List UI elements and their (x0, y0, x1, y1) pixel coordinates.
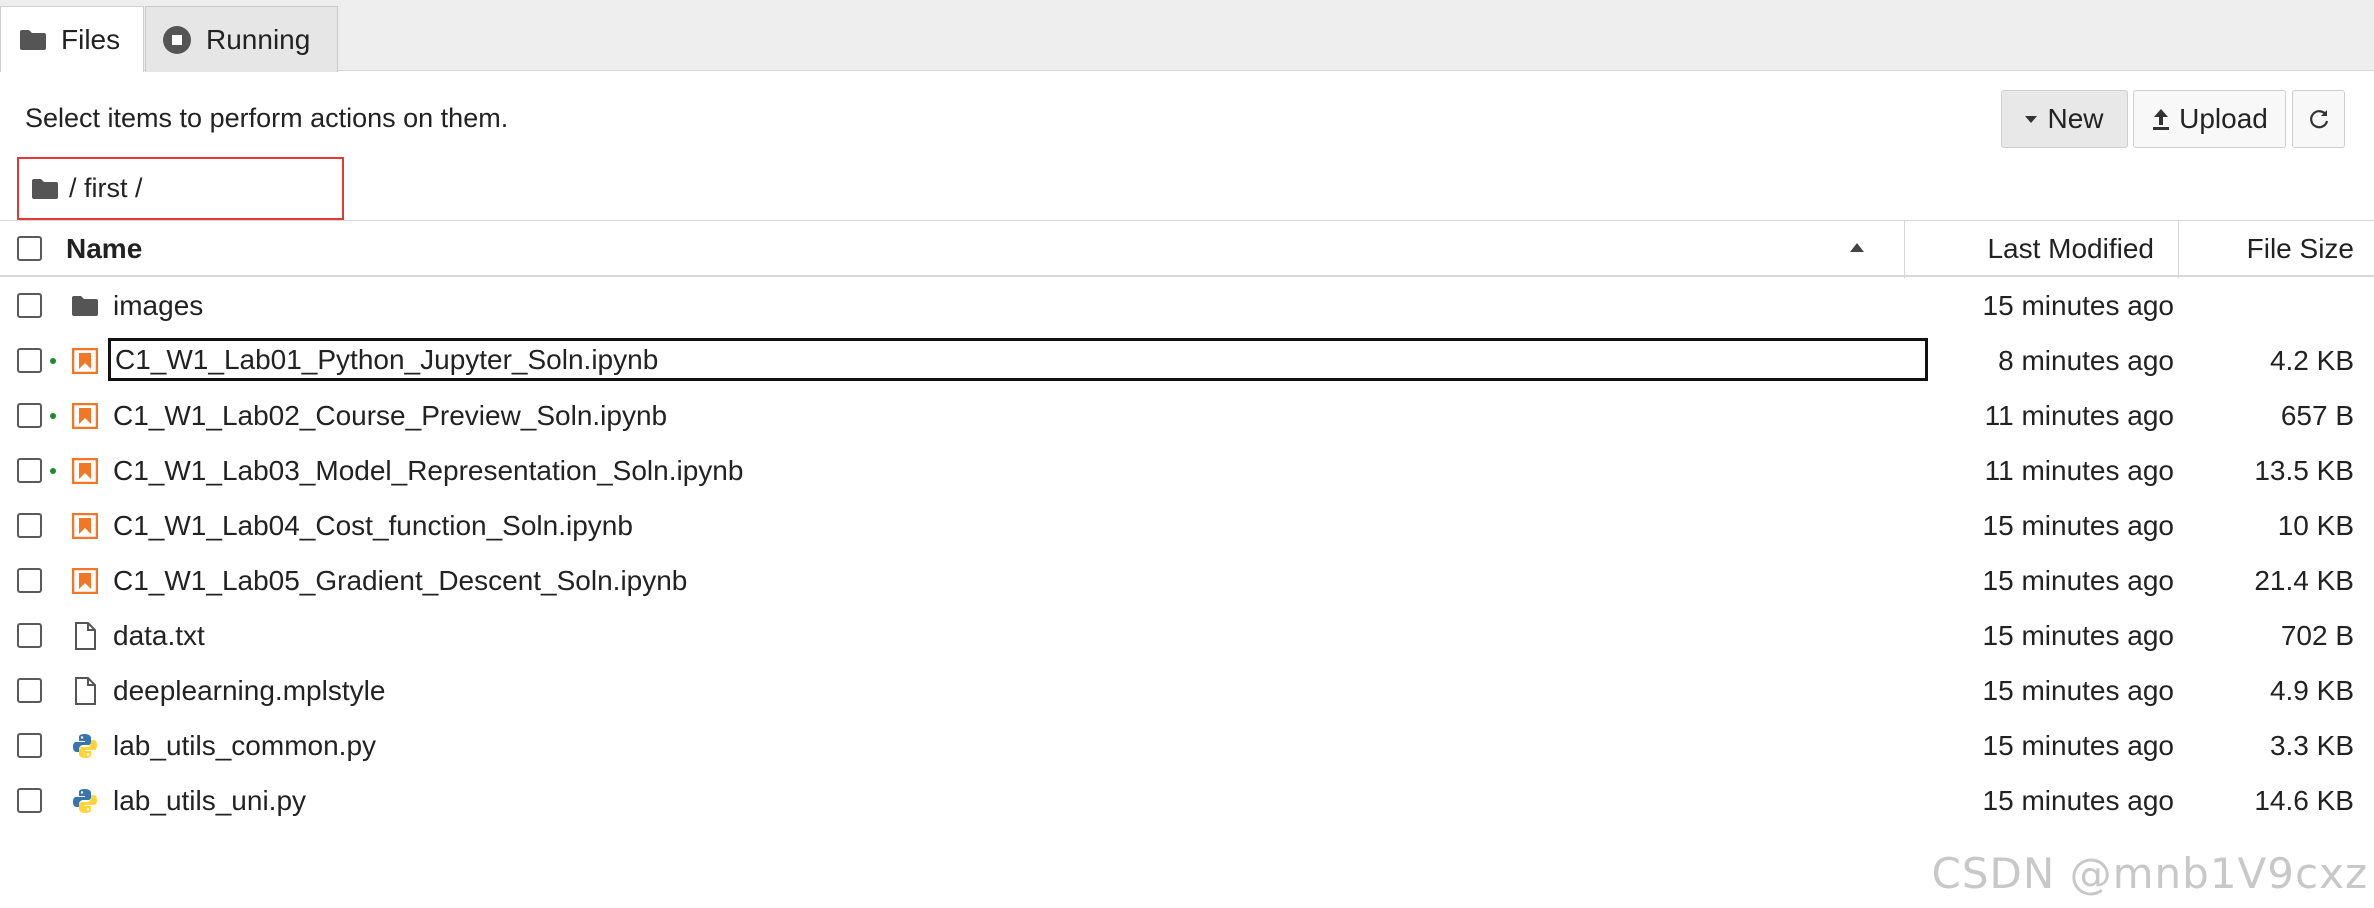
file-name[interactable]: data.txt (113, 620, 205, 652)
python-icon (70, 731, 100, 761)
python-icon (70, 786, 100, 816)
table-row[interactable]: lab_utils_uni.py 15 minutes ago 14.6 KB (0, 773, 2374, 828)
table-row[interactable]: C1_W1_Lab01_Python_Jupyter_Soln.ipynb 8 … (0, 333, 2374, 388)
select-all-checkbox[interactable] (17, 236, 42, 261)
tab-files-label: Files (61, 23, 121, 55)
file-modified: 11 minutes ago (1984, 400, 2174, 431)
file-name[interactable]: deeplearning.mplstyle (113, 675, 385, 707)
breadcrumb-path[interactable]: / first / (69, 173, 143, 204)
row-checkbox[interactable] (17, 568, 42, 593)
file-modified: 15 minutes ago (1982, 620, 2174, 651)
name-column-header[interactable]: Name (66, 233, 142, 265)
column-divider (2178, 221, 2179, 278)
notebook-icon (70, 401, 100, 431)
table-row[interactable]: C1_W1_Lab05_Gradient_Descent_Soln.ipynb … (0, 553, 2374, 608)
caret-down-icon (2025, 115, 2038, 123)
folder-icon (19, 29, 47, 51)
row-checkbox[interactable] (17, 458, 42, 483)
file-name[interactable]: lab_utils_common.py (113, 730, 376, 762)
file-modified: 15 minutes ago (1982, 785, 2174, 816)
table-row[interactable]: lab_utils_common.py 15 minutes ago 3.3 K… (0, 718, 2374, 773)
tab-running[interactable]: Running (145, 6, 338, 72)
file-icon (70, 621, 100, 651)
stop-circle-icon (162, 25, 192, 55)
file-modified: 15 minutes ago (1982, 675, 2174, 706)
running-indicator (50, 468, 56, 474)
file-size-column-header[interactable]: File Size (2247, 233, 2354, 265)
file-name[interactable]: C1_W1_Lab04_Cost_function_Soln.ipynb (113, 510, 633, 542)
tab-running-label: Running (206, 23, 311, 55)
file-modified: 11 minutes ago (1984, 455, 2174, 486)
selection-hint: Select items to perform actions on them. (25, 103, 509, 133)
table-row[interactable]: images 15 minutes ago (0, 278, 2374, 333)
notebook-icon (70, 566, 100, 596)
file-name[interactable]: lab_utils_uni.py (113, 785, 306, 817)
file-size: 3.3 KB (2269, 730, 2354, 761)
file-list-header: Name Last Modified File Size (0, 220, 2374, 278)
file-size: 21.4 KB (2254, 565, 2354, 596)
table-row[interactable]: C1_W1_Lab02_Course_Preview_Soln.ipynb 11… (0, 388, 2374, 443)
file-size: 702 B (2280, 620, 2354, 651)
new-button-label: New (2047, 103, 2104, 134)
tab-bar: Files Running (0, 0, 2374, 72)
row-checkbox[interactable] (17, 678, 42, 703)
file-size: 10 KB (2277, 510, 2354, 541)
row-checkbox[interactable] (17, 513, 42, 538)
tab-files[interactable]: Files (0, 6, 144, 72)
file-modified: 15 minutes ago (1982, 565, 2174, 596)
file-size: 4.2 KB (2269, 345, 2354, 376)
notebook-icon (70, 346, 100, 376)
file-size: 13.5 KB (2254, 455, 2354, 486)
file-size: 4.9 KB (2269, 675, 2354, 706)
row-checkbox[interactable] (17, 623, 42, 648)
row-checkbox[interactable] (17, 293, 42, 318)
row-checkbox[interactable] (17, 733, 42, 758)
sort-ascending-icon[interactable] (1850, 243, 1864, 252)
row-checkbox[interactable] (17, 788, 42, 813)
table-row[interactable]: deeplearning.mplstyle 15 minutes ago 4.9… (0, 663, 2374, 718)
table-row[interactable]: data.txt 15 minutes ago 702 B (0, 608, 2374, 663)
file-modified: 15 minutes ago (1982, 290, 2174, 321)
file-size: 14.6 KB (2254, 785, 2354, 816)
file-name[interactable]: C1_W1_Lab02_Course_Preview_Soln.ipynb (113, 400, 667, 432)
file-icon (70, 676, 100, 706)
folder-icon (31, 178, 59, 200)
refresh-button[interactable] (2292, 90, 2345, 148)
file-modified: 15 minutes ago (1982, 510, 2174, 541)
row-checkbox[interactable] (17, 403, 42, 428)
file-list: images 15 minutes ago C1_W1_Lab01_Python… (0, 278, 2374, 828)
file-size: 657 B (2280, 400, 2354, 431)
table-row[interactable]: C1_W1_Lab03_Model_Representation_Soln.ip… (0, 443, 2374, 498)
notebook-icon (70, 511, 100, 541)
watermark: CSDN @mnb1V9cxz (1931, 849, 2368, 898)
table-row[interactable]: C1_W1_Lab04_Cost_function_Soln.ipynb 15 … (0, 498, 2374, 553)
running-indicator (50, 413, 56, 419)
file-name[interactable]: images (113, 290, 203, 322)
file-name[interactable]: C1_W1_Lab03_Model_Representation_Soln.ip… (113, 455, 743, 487)
file-name[interactable]: C1_W1_Lab01_Python_Jupyter_Soln.ipynb (108, 338, 1928, 381)
breadcrumb[interactable]: / first / (17, 157, 344, 220)
new-button[interactable]: New (2001, 90, 2128, 148)
upload-button[interactable]: Upload (2133, 90, 2286, 148)
file-name[interactable]: C1_W1_Lab05_Gradient_Descent_Soln.ipynb (113, 565, 687, 597)
column-divider (1904, 221, 1905, 278)
notebook-icon (70, 456, 100, 486)
upload-button-label: Upload (2179, 103, 2268, 134)
refresh-icon (2307, 107, 2331, 131)
running-indicator (50, 358, 56, 364)
row-checkbox[interactable] (17, 348, 42, 373)
last-modified-column-header[interactable]: Last Modified (1987, 233, 2154, 265)
file-modified: 8 minutes ago (1998, 345, 2174, 376)
upload-icon (2151, 107, 2171, 131)
folder-icon (70, 291, 100, 321)
file-modified: 15 minutes ago (1982, 730, 2174, 761)
